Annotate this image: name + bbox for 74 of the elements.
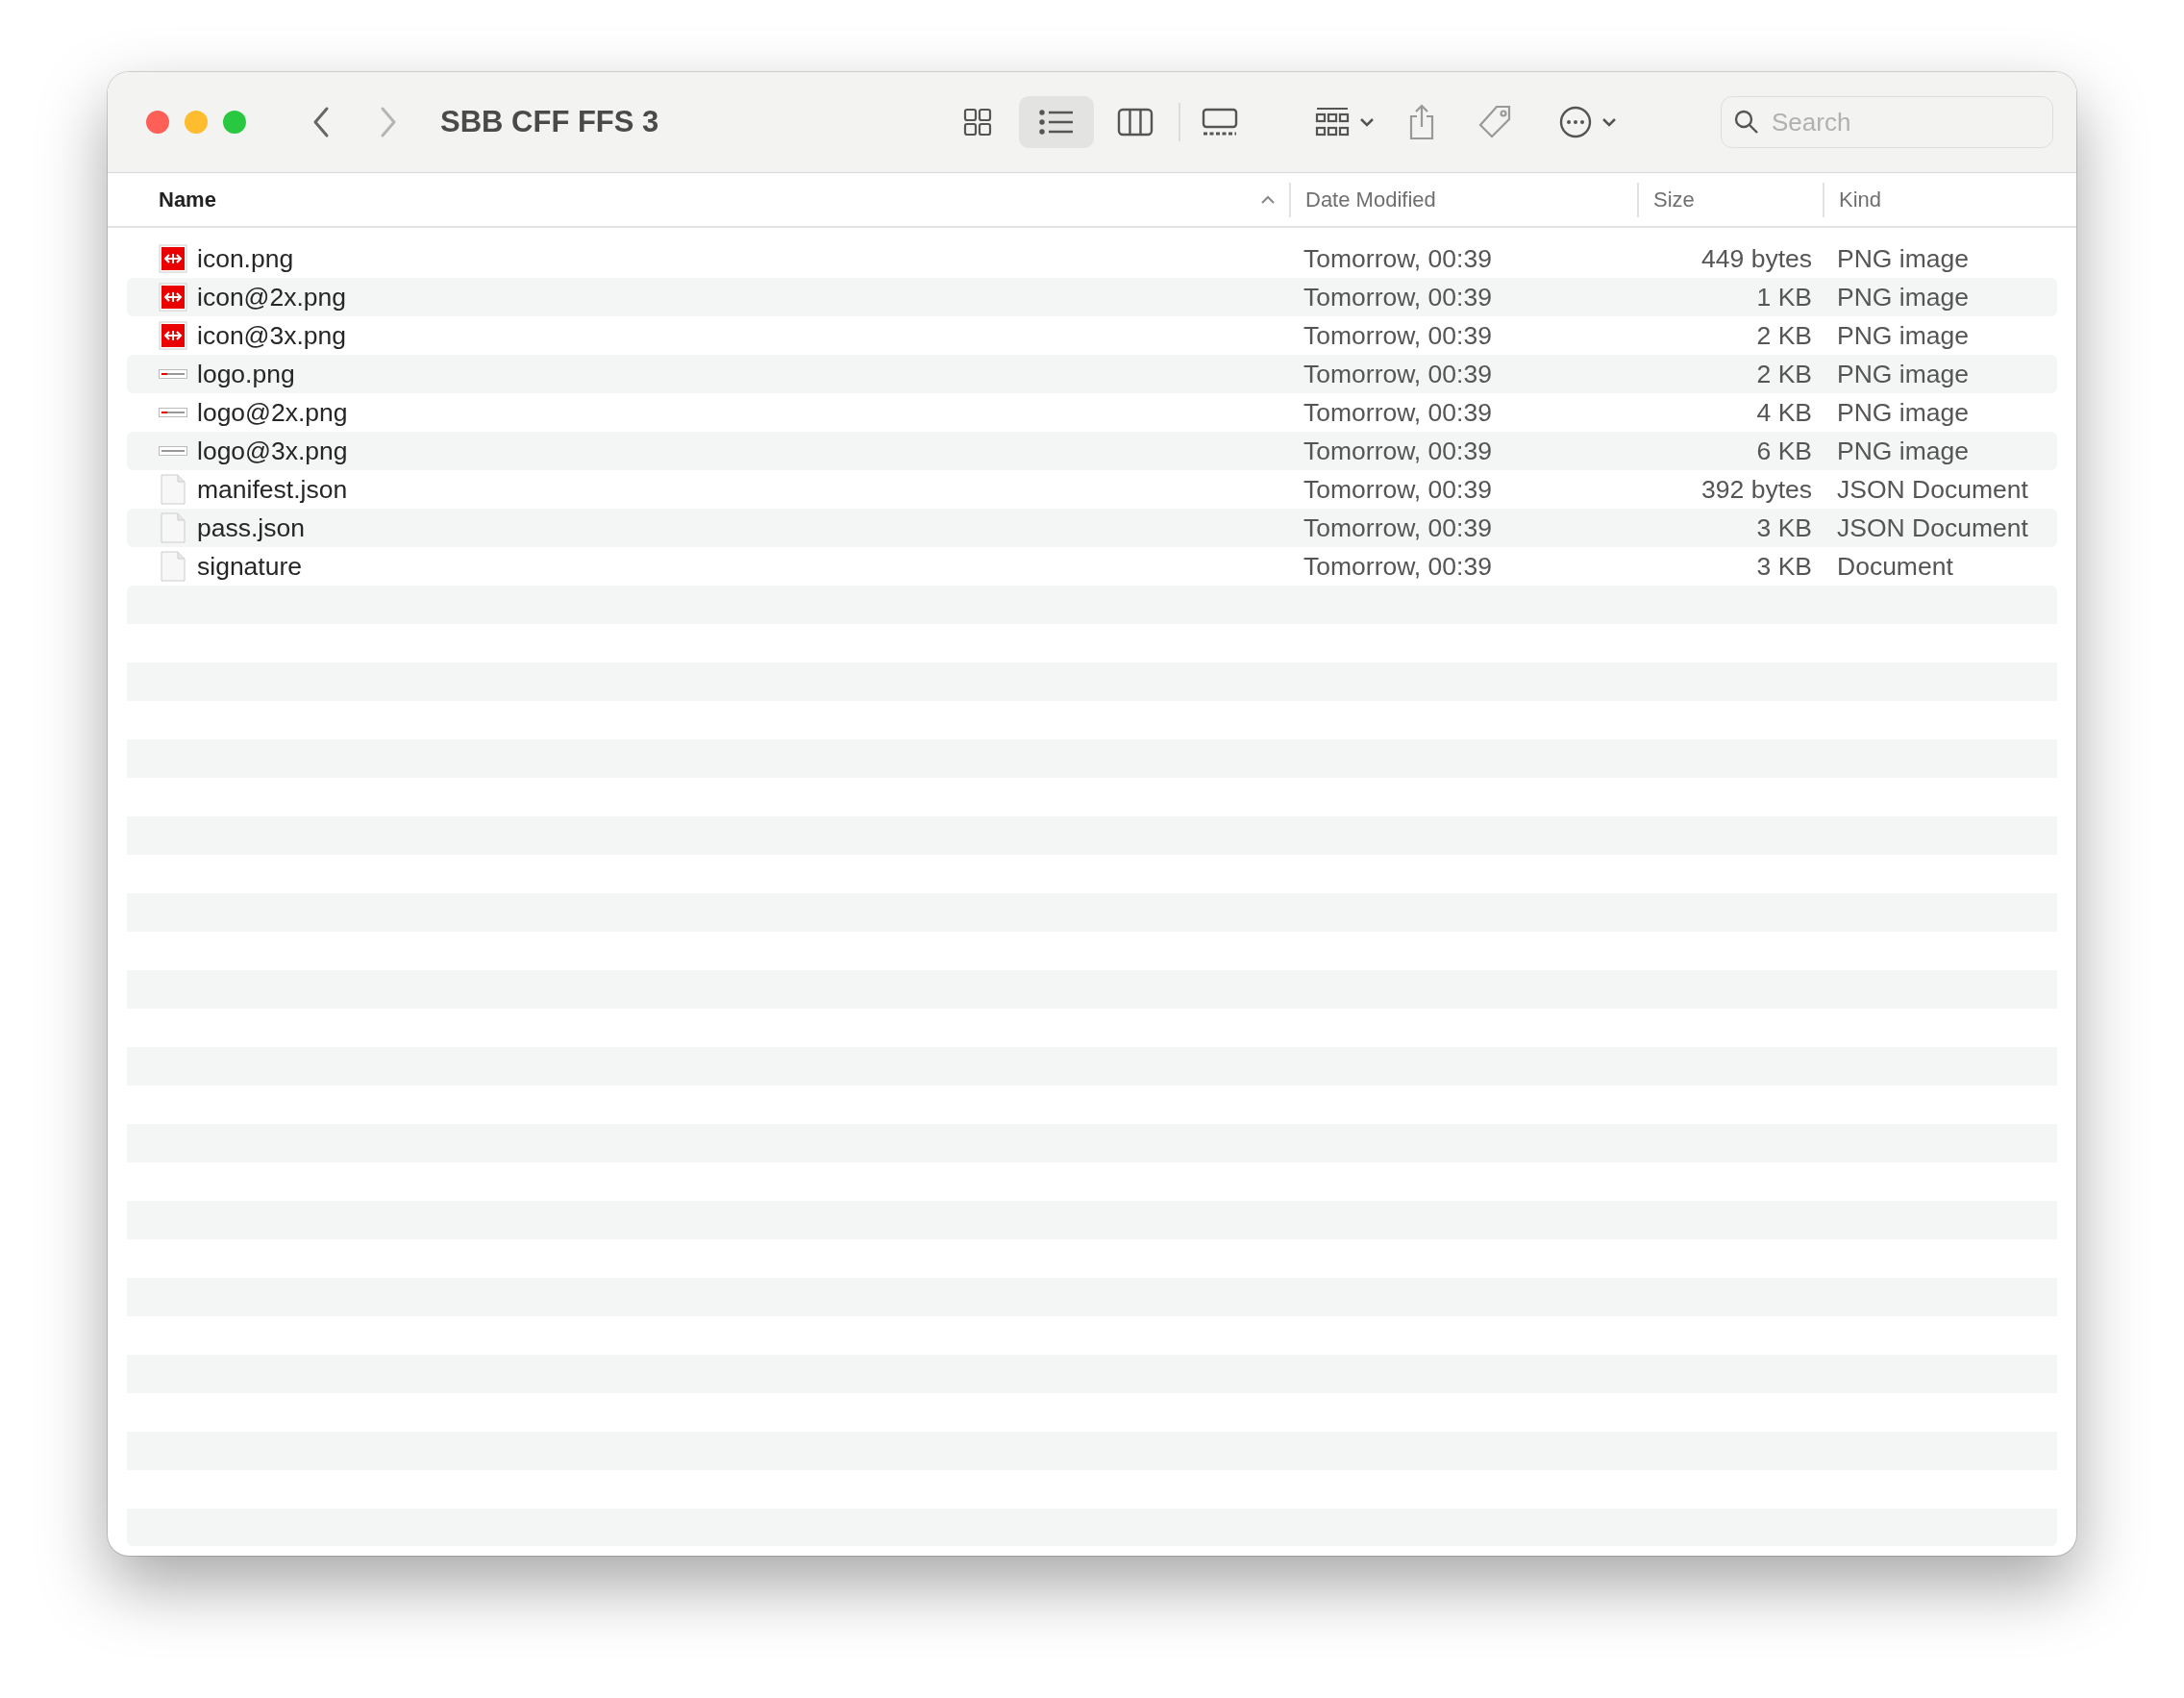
date-modified: Tomorrow, 00:39	[1303, 512, 1493, 543]
window-title: SBB CFF FFS 3	[440, 105, 660, 139]
file-kind: JSON Document	[1836, 474, 2029, 505]
column-header[interactable]: Size	[1639, 182, 1695, 217]
file-row[interactable]: icon@2x.png Tomorrow, 00:39 1 KB PNG image	[127, 278, 2057, 316]
date-modified: Tomorrow, 00:39	[1303, 243, 1493, 274]
group-icon	[1315, 107, 1350, 137]
logo-strip-icon	[159, 369, 187, 379]
file-kind: PNG image	[1836, 320, 1970, 351]
date-modified: Tomorrow, 00:39	[1303, 474, 1493, 505]
file-name: manifest.json	[197, 474, 348, 505]
file-size: 3 KB	[1755, 551, 1813, 582]
file-name: icon.png	[197, 243, 294, 274]
chevron-down-icon	[1601, 117, 1617, 127]
document-icon	[159, 474, 187, 505]
file-size: 4 KB	[1755, 397, 1813, 428]
file-size: 2 KB	[1755, 320, 1813, 351]
file-name: logo@3x.png	[197, 436, 348, 466]
file-kind: PNG image	[1836, 436, 1970, 466]
file-name: logo@2x.png	[197, 397, 348, 428]
file-row[interactable]: signature Tomorrow, 00:39 3 KB Document	[127, 547, 2057, 586]
file-row[interactable]: logo@3x.png Tomorrow, 00:39 6 KB PNG image	[127, 432, 2057, 470]
date-modified: Tomorrow, 00:39	[1303, 397, 1493, 428]
date-modified: Tomorrow, 00:39	[1303, 282, 1493, 312]
date-modified: Tomorrow, 00:39	[1303, 320, 1493, 351]
file-row[interactable]: icon@3x.png Tomorrow, 00:39 2 KB PNG image	[127, 316, 2057, 355]
date-modified: Tomorrow, 00:39	[1303, 551, 1493, 582]
file-name: signature	[197, 551, 302, 582]
file-row[interactable]: logo@2x.png Tomorrow, 00:39 4 KB PNG image	[127, 393, 2057, 432]
search-icon	[1734, 110, 1759, 135]
file-kind: JSON Document	[1836, 512, 2029, 543]
file-name: pass.json	[197, 512, 305, 543]
file-name: icon@2x.png	[197, 282, 347, 312]
file-row[interactable]: pass.json Tomorrow, 00:39 3 KB JSON Document	[127, 509, 2057, 547]
document-icon	[159, 512, 187, 543]
date-modified: Tomorrow, 00:39	[1303, 359, 1493, 389]
ellipsis-icon	[1559, 106, 1592, 138]
file-name: logo.png	[197, 359, 295, 389]
list-icon	[1039, 110, 1074, 135]
app-icon	[159, 244, 187, 273]
document-icon	[159, 551, 187, 582]
grid-icon	[963, 108, 992, 137]
file-size: 6 KB	[1755, 436, 1813, 466]
app-icon	[159, 321, 187, 350]
file-kind: Document	[1836, 551, 1954, 582]
file-kind: PNG image	[1836, 397, 1970, 428]
sort-ascending-icon	[1260, 194, 1276, 205]
share-icon	[1407, 104, 1436, 140]
chevron-down-icon	[1359, 117, 1375, 127]
file-size: 392 bytes	[1700, 474, 1813, 505]
file-size: 3 KB	[1755, 512, 1813, 543]
gallery-icon	[1201, 108, 1239, 137]
close-button[interactable]	[146, 111, 169, 134]
file-kind: PNG image	[1836, 359, 1970, 389]
columns-icon	[1117, 108, 1154, 137]
file-kind: PNG image	[1836, 282, 1970, 312]
logo-strip-icon	[159, 408, 187, 417]
search-field[interactable]: Search	[1721, 96, 2053, 148]
file-row[interactable]: icon.png Tomorrow, 00:39 449 bytes PNG image	[127, 239, 2057, 278]
column-header[interactable]: Name	[127, 182, 216, 217]
app-icon	[159, 283, 187, 312]
file-row[interactable]: manifest.json Tomorrow, 00:39 392 bytes JSON Document	[127, 470, 2057, 509]
file-size: 2 KB	[1755, 359, 1813, 389]
file-size: 449 bytes	[1700, 243, 1813, 274]
logo-strip-icon	[159, 446, 187, 456]
column-header[interactable]: Kind	[1824, 182, 1882, 217]
file-name: icon@3x.png	[197, 320, 347, 351]
file-kind: PNG image	[1836, 243, 1970, 274]
tag-icon	[1477, 104, 1513, 140]
file-size: 1 KB	[1755, 282, 1813, 312]
date-modified: Tomorrow, 00:39	[1303, 436, 1493, 466]
view-mode-button[interactable]	[1019, 96, 1094, 148]
column-header[interactable]: Date Modified	[1291, 182, 1436, 217]
file-row[interactable]: logo.png Tomorrow, 00:39 2 KB PNG image	[127, 355, 2057, 393]
